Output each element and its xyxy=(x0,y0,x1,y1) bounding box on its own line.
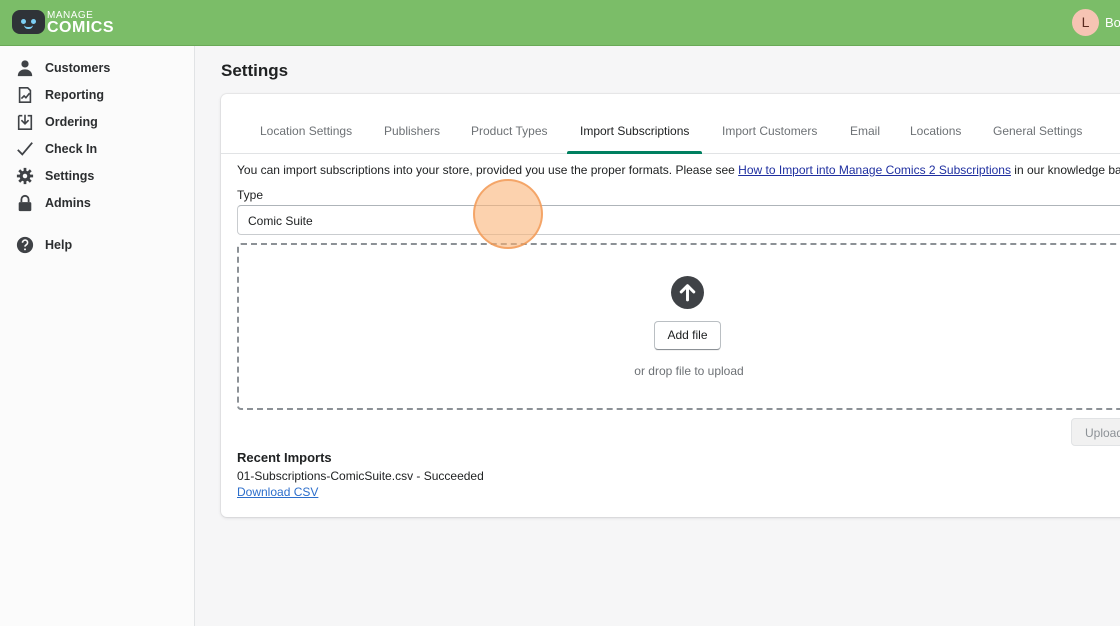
top-bar: MANAGE COMICS L Bo xyxy=(0,0,1120,46)
tab-import-subscriptions[interactable]: Import Subscriptions xyxy=(567,122,703,154)
upload-arrow-icon xyxy=(671,276,704,309)
user-name[interactable]: Bo xyxy=(1105,15,1120,30)
sidebar-item-label: Reporting xyxy=(45,88,105,102)
tab-product-types[interactable]: Product Types xyxy=(458,122,561,154)
sidebar-item-label: Admins xyxy=(45,196,91,210)
type-label: Type xyxy=(237,188,264,202)
import-instructions: You can import subscriptions into your s… xyxy=(237,163,1120,177)
tab-publishers[interactable]: Publishers xyxy=(371,122,453,154)
sidebar-item-ordering[interactable]: Ordering xyxy=(0,109,194,135)
question-circle-icon xyxy=(16,236,34,254)
sidebar-item-label: Check In xyxy=(45,142,98,156)
sidebar-item-reporting[interactable]: Reporting xyxy=(0,82,194,108)
tab-general-settings[interactable]: General Settings xyxy=(980,122,1095,154)
user-avatar[interactable]: L xyxy=(1072,9,1099,36)
drop-hint: or drop file to upload xyxy=(634,364,744,378)
sidebar: Customers Reporting Ordering Check In Se… xyxy=(0,46,195,626)
tab-email[interactable]: Email xyxy=(837,122,893,154)
knowledge-base-link[interactable]: How to Import into Manage Comics 2 Subsc… xyxy=(738,163,1011,177)
sidebar-item-label: Ordering xyxy=(45,115,98,129)
person-icon xyxy=(17,60,33,77)
sidebar-item-admins[interactable]: Admins xyxy=(0,190,194,216)
instructions-text-start: You can import subscriptions into your s… xyxy=(237,163,739,177)
checkmark-icon xyxy=(17,142,33,156)
recent-imports-heading: Recent Imports xyxy=(237,450,332,465)
instructions-text-end: in our knowledge base xyxy=(1014,163,1120,177)
sidebar-item-settings[interactable]: Settings xyxy=(0,163,194,189)
logo-mascot-icon xyxy=(12,10,45,34)
lock-icon xyxy=(18,194,32,212)
download-csv-link[interactable]: Download CSV xyxy=(237,485,318,499)
sidebar-item-label: Help xyxy=(45,238,73,252)
page-title: Settings xyxy=(221,61,289,80)
tab-locations[interactable]: Locations xyxy=(897,122,974,154)
download-tray-icon xyxy=(17,114,33,131)
gear-icon xyxy=(16,167,34,185)
click-indicator xyxy=(473,179,543,249)
type-select[interactable]: Comic Suite xyxy=(237,205,1120,235)
manage-comics-logo[interactable]: MANAGE COMICS xyxy=(12,10,114,36)
tab-location-settings[interactable]: Location Settings xyxy=(247,122,365,154)
sidebar-item-check-in[interactable]: Check In xyxy=(0,136,194,162)
sidebar-item-customers[interactable]: Customers xyxy=(0,55,194,81)
file-dropzone[interactable]: Add file or drop file to upload xyxy=(237,243,1120,410)
report-icon xyxy=(18,86,32,104)
sidebar-item-label: Settings xyxy=(45,169,95,183)
logo-text-bottom: COMICS xyxy=(47,18,114,36)
recent-import-entry: 01-Subscriptions-ComicSuite.csv - Succee… xyxy=(237,469,484,483)
settings-tabs: Location Settings Publishers Product Typ… xyxy=(221,94,1120,154)
tab-import-customers[interactable]: Import Customers xyxy=(709,122,830,154)
sidebar-item-help[interactable]: Help xyxy=(0,232,194,258)
sidebar-item-label: Customers xyxy=(45,61,111,75)
upload-button[interactable]: Upload xyxy=(1071,418,1120,446)
add-file-button[interactable]: Add file xyxy=(654,321,721,350)
settings-card: Location Settings Publishers Product Typ… xyxy=(221,94,1120,517)
